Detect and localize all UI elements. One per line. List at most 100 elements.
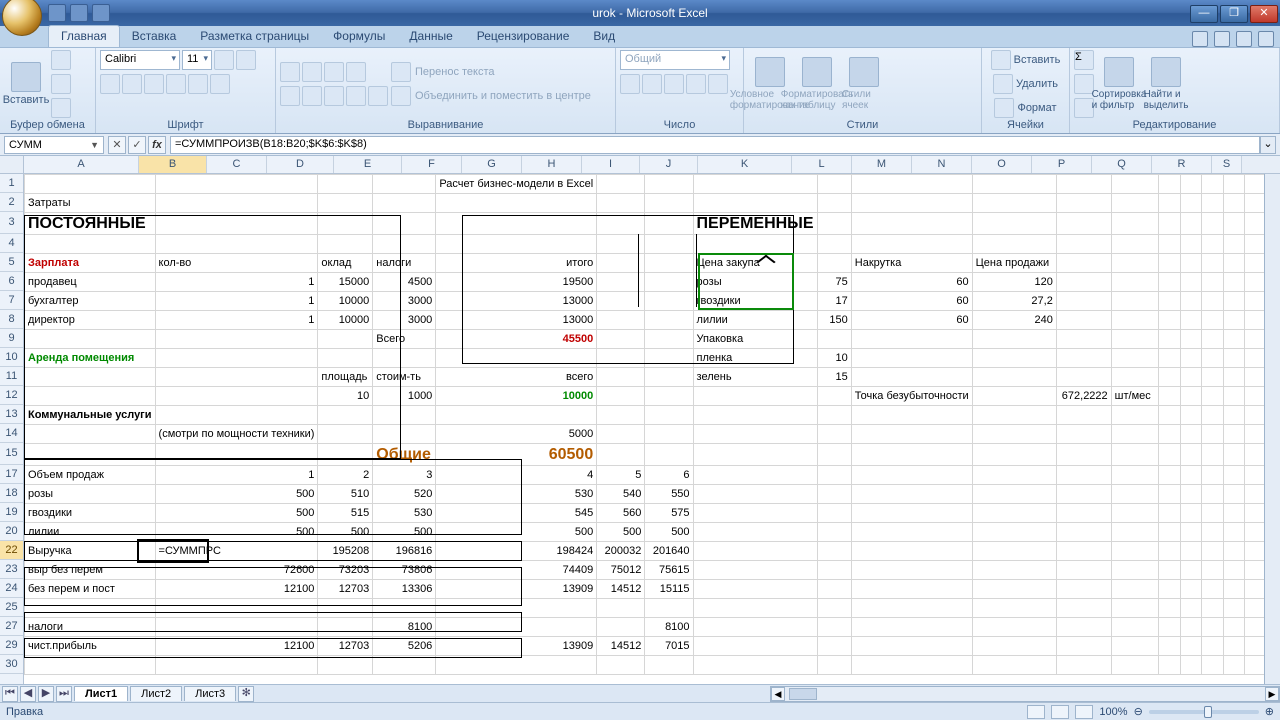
cell-O27[interactable] <box>1180 618 1201 637</box>
cell-C24[interactable]: 12703 <box>318 580 373 599</box>
cell-K19[interactable] <box>972 504 1056 523</box>
cell-R27[interactable] <box>1245 618 1266 637</box>
cell-I8[interactable]: 150 <box>817 311 851 330</box>
cell-C7[interactable]: 10000 <box>318 292 373 311</box>
cell-P12[interactable] <box>1202 387 1223 406</box>
cell-D17[interactable]: 3 <box>373 466 436 485</box>
percent-icon[interactable] <box>642 74 662 94</box>
cell-D11[interactable]: стоим-ть <box>373 368 436 387</box>
format-cells-button[interactable]: Формат <box>994 98 1056 118</box>
cell-N7[interactable] <box>1159 292 1180 311</box>
cell-A5[interactable]: Зарплата <box>25 254 156 273</box>
col-F[interactable]: F <box>402 156 462 173</box>
cell-P19[interactable] <box>1202 504 1223 523</box>
cell-G12[interactable] <box>645 387 693 406</box>
row-10[interactable]: 10 <box>0 348 23 367</box>
cell-F22[interactable]: 200032 <box>597 542 645 561</box>
cell-L12[interactable]: 672,2222 <box>1056 387 1111 406</box>
col-K[interactable]: K <box>698 156 792 173</box>
italic-icon[interactable] <box>122 74 142 94</box>
cell-N2[interactable] <box>1159 194 1180 213</box>
cell-P20[interactable] <box>1202 523 1223 542</box>
cell-G13[interactable] <box>645 406 693 425</box>
cell-G23[interactable]: 75615 <box>645 561 693 580</box>
cell-O8[interactable] <box>1180 311 1201 330</box>
cell-A7[interactable]: бухгалтер <box>25 292 156 311</box>
cell-D25[interactable] <box>373 599 436 618</box>
cell-P3[interactable] <box>1202 213 1223 235</box>
cell-O3[interactable] <box>1180 213 1201 235</box>
row-14[interactable]: 14 <box>0 424 23 443</box>
cell-J8[interactable]: 60 <box>851 311 972 330</box>
cell-A27[interactable]: налоги <box>25 618 156 637</box>
cell-F18[interactable]: 540 <box>597 485 645 504</box>
cell-E30[interactable] <box>436 656 597 675</box>
cell-Q30[interactable] <box>1223 656 1244 675</box>
row-22[interactable]: 22 <box>0 541 23 560</box>
cell-K4[interactable] <box>972 235 1056 254</box>
cell-E15[interactable]: 60500 <box>436 444 597 466</box>
cell-P6[interactable] <box>1202 273 1223 292</box>
col-R[interactable]: R <box>1152 156 1212 173</box>
cell-G24[interactable]: 15115 <box>645 580 693 599</box>
row-19[interactable]: 19 <box>0 503 23 522</box>
cell-H6[interactable]: розы <box>693 273 817 292</box>
cell-M24[interactable] <box>1111 580 1159 599</box>
cell-F13[interactable] <box>597 406 645 425</box>
cell-K12[interactable] <box>972 387 1056 406</box>
cell-F20[interactable]: 500 <box>597 523 645 542</box>
cell-M25[interactable] <box>1111 599 1159 618</box>
row-24[interactable]: 24 <box>0 579 23 598</box>
cell-J4[interactable] <box>851 235 972 254</box>
cell-J2[interactable] <box>851 194 972 213</box>
cell-K22[interactable] <box>972 542 1056 561</box>
cell-C1[interactable] <box>318 175 373 194</box>
col-B[interactable]: B <box>139 156 207 173</box>
cell-Q25[interactable] <box>1223 599 1244 618</box>
cell-A11[interactable] <box>25 368 156 387</box>
cell-E14[interactable]: 5000 <box>436 425 597 444</box>
indent-inc-icon[interactable] <box>368 86 388 106</box>
cell-O6[interactable] <box>1180 273 1201 292</box>
cell-F24[interactable]: 14512 <box>597 580 645 599</box>
cell-F19[interactable]: 560 <box>597 504 645 523</box>
tab-review[interactable]: Рецензирование <box>465 26 582 47</box>
cell-O19[interactable] <box>1180 504 1201 523</box>
cell-K15[interactable] <box>972 444 1056 466</box>
cell-L15[interactable] <box>1056 444 1111 466</box>
merge-center-button[interactable]: Объединить и поместить в центре <box>391 86 591 106</box>
cell-I25[interactable] <box>817 599 851 618</box>
dec-decimal-icon[interactable] <box>708 74 728 94</box>
cell-M11[interactable] <box>1111 368 1159 387</box>
inc-decimal-icon[interactable] <box>686 74 706 94</box>
cell-C17[interactable]: 2 <box>318 466 373 485</box>
cell-I3[interactable] <box>817 213 851 235</box>
cell-O22[interactable] <box>1180 542 1201 561</box>
cell-O17[interactable] <box>1180 466 1201 485</box>
cell-I12[interactable] <box>817 387 851 406</box>
cell-C30[interactable] <box>318 656 373 675</box>
cell-O1[interactable] <box>1180 175 1201 194</box>
cell-Q19[interactable] <box>1223 504 1244 523</box>
cell-E7[interactable]: 13000 <box>436 292 597 311</box>
cell-D18[interactable]: 520 <box>373 485 436 504</box>
cell-P2[interactable] <box>1202 194 1223 213</box>
cell-K7[interactable]: 27,2 <box>972 292 1056 311</box>
cell-G2[interactable] <box>645 194 693 213</box>
qat-save-icon[interactable] <box>48 4 66 22</box>
cell-R2[interactable] <box>1245 194 1266 213</box>
cell-H5[interactable]: Цена закупа <box>693 254 817 273</box>
cell-E29[interactable]: 13909 <box>436 637 597 656</box>
cell-K10[interactable] <box>972 349 1056 368</box>
cell-Q27[interactable] <box>1223 618 1244 637</box>
cell-N6[interactable] <box>1159 273 1180 292</box>
cell-F15[interactable] <box>597 444 645 466</box>
cell-H24[interactable] <box>693 580 817 599</box>
cell-C8[interactable]: 10000 <box>318 311 373 330</box>
cell-E4[interactable] <box>436 235 597 254</box>
cell-J5[interactable]: Накрутка <box>851 254 972 273</box>
cell-K18[interactable] <box>972 485 1056 504</box>
cell-A15[interactable] <box>25 444 156 466</box>
cell-D30[interactable] <box>373 656 436 675</box>
cell-J23[interactable] <box>851 561 972 580</box>
